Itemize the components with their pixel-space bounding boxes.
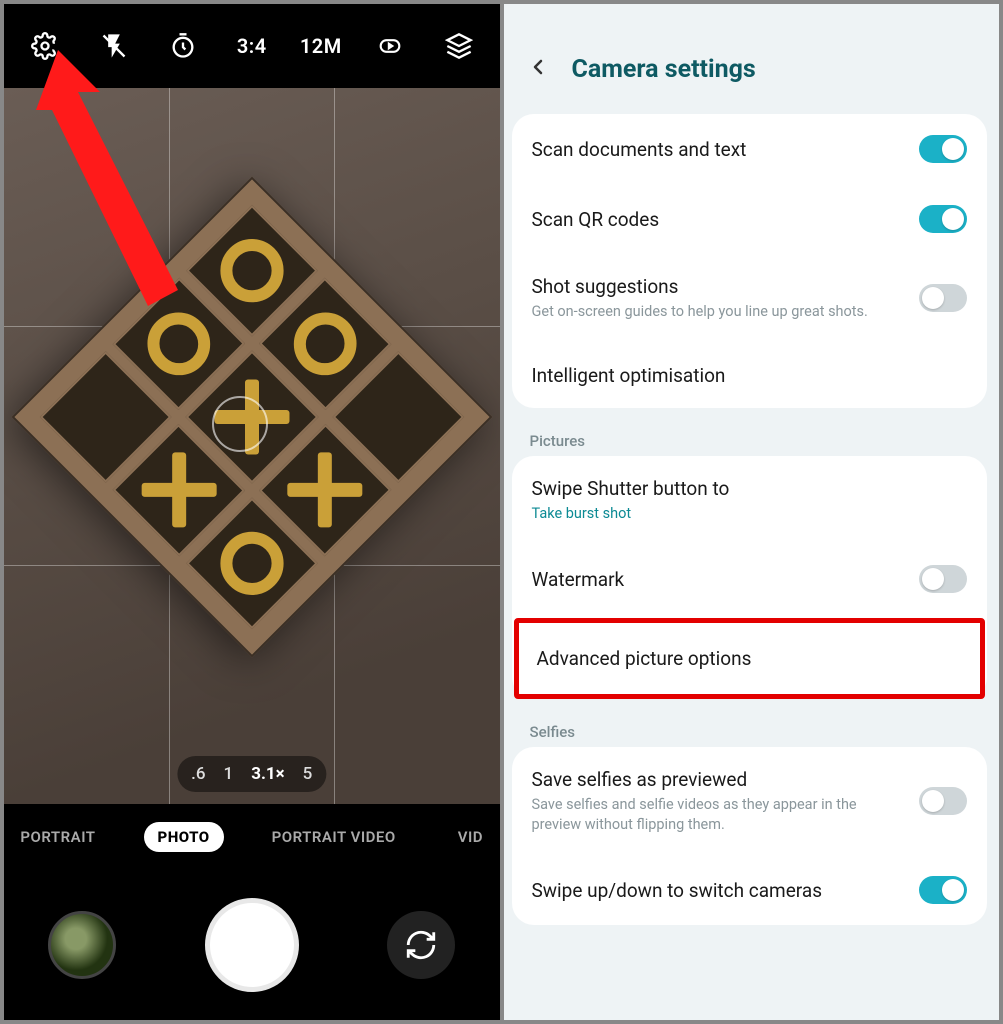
settings-card-selfies: Save selfies as previewed Save selfies a…: [512, 747, 988, 925]
gallery-button[interactable]: [48, 911, 116, 979]
zoom-selector[interactable]: .6 1 3.1× 5: [177, 756, 326, 792]
toggle-shot-suggestions[interactable]: [919, 284, 967, 312]
layers-icon: [445, 32, 473, 60]
toggle-scan-qr[interactable]: [919, 205, 967, 233]
mode-video[interactable]: VID: [444, 822, 497, 852]
settings-body[interactable]: Scan documents and text Scan QR codes Sh…: [504, 114, 1000, 1020]
row-advanced-picture-options[interactable]: Advanced picture options: [519, 623, 981, 694]
section-label-pictures: Pictures: [512, 418, 988, 456]
shutter-button[interactable]: [205, 898, 299, 992]
row-title: Swipe up/down to switch cameras: [532, 879, 906, 902]
row-subtitle: Save selfies and selfie videos as they a…: [532, 795, 906, 834]
row-title: Scan documents and text: [532, 138, 906, 161]
camera-topbar: 3:4 12M: [4, 4, 500, 88]
flash-off-icon: [100, 32, 128, 60]
annotation-highlight: Advanced picture options: [514, 618, 986, 699]
flash-button[interactable]: [90, 22, 138, 70]
timer-icon: [169, 32, 197, 60]
filters-button[interactable]: [435, 22, 483, 70]
row-save-selfies[interactable]: Save selfies as previewed Save selfies a…: [512, 747, 988, 855]
settings-header: Camera settings: [504, 4, 1000, 114]
camera-settings-pane: Camera settings Scan documents and text …: [504, 4, 1000, 1020]
switch-camera-icon: [404, 928, 438, 962]
row-title: Save selfies as previewed: [532, 768, 906, 791]
toggle-scan-documents[interactable]: [919, 135, 967, 163]
back-button[interactable]: [526, 55, 550, 83]
chevron-left-icon: [526, 55, 550, 79]
zoom-level-1[interactable]: 1: [224, 764, 234, 784]
resolution-button[interactable]: 12M: [297, 22, 345, 70]
mode-portrait[interactable]: PORTRAIT: [6, 822, 109, 852]
camera-mode-row[interactable]: PORTRAIT PHOTO PORTRAIT VIDEO VID: [4, 804, 500, 870]
zoom-level-2[interactable]: 3.1×: [251, 764, 284, 784]
toggle-swipe-switch[interactable]: [919, 876, 967, 904]
timer-button[interactable]: [159, 22, 207, 70]
settings-title: Camera settings: [572, 55, 756, 84]
toggle-watermark[interactable]: [919, 565, 967, 593]
aspect-ratio-button[interactable]: 3:4: [228, 22, 276, 70]
camera-app-pane: 3:4 12M: [4, 4, 500, 1020]
row-title: Advanced picture options: [537, 647, 963, 670]
row-swipe-switch-cameras[interactable]: Swipe up/down to switch cameras: [512, 855, 988, 925]
settings-card-pictures: Swipe Shutter button to Take burst shot …: [512, 456, 988, 700]
motion-photo-icon: [376, 32, 404, 60]
row-subtitle: Take burst shot: [532, 504, 968, 524]
row-title: Scan QR codes: [532, 208, 906, 231]
mode-photo[interactable]: PHOTO: [144, 822, 224, 852]
settings-card-general: Scan documents and text Scan QR codes Sh…: [512, 114, 988, 408]
section-label-selfies: Selfies: [512, 709, 988, 747]
motion-photo-button[interactable]: [366, 22, 414, 70]
row-intelligent-optimisation[interactable]: Intelligent optimisation: [512, 343, 988, 408]
row-watermark[interactable]: Watermark: [512, 544, 988, 614]
row-title: Shot suggestions: [532, 275, 906, 298]
settings-button[interactable]: [21, 22, 69, 70]
toggle-save-selfies[interactable]: [919, 787, 967, 815]
zoom-level-0[interactable]: .6: [191, 764, 205, 784]
row-title: Intelligent optimisation: [532, 364, 968, 387]
zoom-level-3[interactable]: 5: [303, 764, 313, 784]
row-scan-documents[interactable]: Scan documents and text: [512, 114, 988, 184]
row-swipe-shutter[interactable]: Swipe Shutter button to Take burst shot: [512, 456, 988, 545]
row-subtitle: Get on-screen guides to help you line up…: [532, 302, 906, 322]
focus-indicator: [212, 396, 268, 452]
row-shot-suggestions[interactable]: Shot suggestions Get on-screen guides to…: [512, 254, 988, 343]
camera-shutter-row: [4, 870, 500, 1020]
row-scan-qr[interactable]: Scan QR codes: [512, 184, 988, 254]
gear-icon: [31, 32, 59, 60]
row-title: Swipe Shutter button to: [532, 477, 968, 500]
mode-portrait-video[interactable]: PORTRAIT VIDEO: [258, 822, 410, 852]
switch-camera-button[interactable]: [387, 911, 455, 979]
camera-viewfinder[interactable]: .6 1 3.1× 5: [4, 88, 500, 804]
row-title: Watermark: [532, 568, 906, 591]
